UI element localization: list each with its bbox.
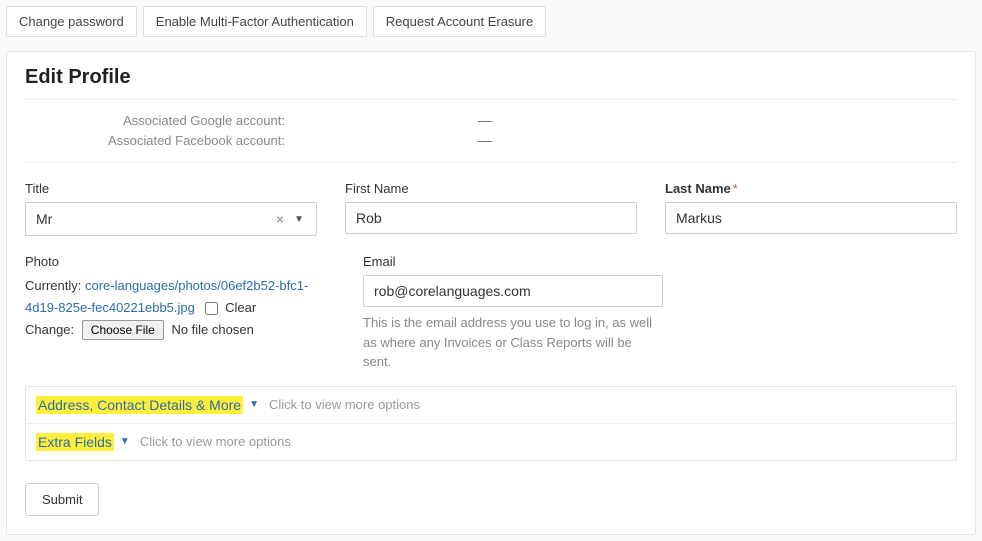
edit-profile-panel: Edit Profile Associated Google account: … — [6, 51, 976, 535]
photo-block: Currently: core-languages/photos/06ef2b5… — [25, 275, 335, 341]
last-name-label: Last Name* — [665, 181, 957, 196]
top-button-bar: Change password Enable Multi-Factor Auth… — [6, 6, 976, 37]
associated-google-label: Associated Google account: — [25, 113, 295, 128]
change-password-button[interactable]: Change password — [6, 6, 137, 37]
extra-fields-expander-hint: Click to view more options — [140, 434, 291, 449]
email-field-group: Email This is the email address you use … — [363, 254, 663, 372]
name-row: Title Mr × ▼ First Name Last Name* — [25, 181, 957, 236]
address-expander-title: Address, Contact Details & More — [36, 396, 243, 414]
email-label: Email — [363, 254, 663, 269]
title-label: Title — [25, 181, 317, 196]
address-expander[interactable]: Address, Contact Details & More ▼ Click … — [26, 387, 956, 423]
associated-google-row: Associated Google account: — — [25, 110, 957, 130]
photo-email-row: Photo Currently: core-languages/photos/0… — [25, 254, 957, 372]
chevron-down-icon[interactable]: ▼ — [290, 214, 308, 225]
expanders-container: Address, Contact Details & More ▼ Click … — [25, 386, 957, 461]
title-select-value: Mr — [36, 211, 270, 227]
photo-clear-checkbox[interactable] — [205, 302, 218, 315]
associated-accounts-section: Associated Google account: — Associated … — [25, 99, 957, 163]
first-name-input[interactable] — [345, 202, 637, 234]
title-select[interactable]: Mr × ▼ — [25, 202, 317, 236]
last-name-input[interactable] — [665, 202, 957, 234]
address-expander-hint: Click to view more options — [269, 397, 420, 412]
required-indicator: * — [733, 181, 738, 196]
last-name-field-group: Last Name* — [665, 181, 957, 236]
associated-facebook-label: Associated Facebook account: — [25, 133, 295, 148]
photo-change-label: Change: — [25, 322, 74, 337]
first-name-field-group: First Name — [345, 181, 637, 236]
extra-fields-expander[interactable]: Extra Fields ▼ Click to view more option… — [26, 423, 956, 460]
associated-facebook-row: Associated Facebook account: — — [25, 130, 957, 150]
caret-down-icon: ▼ — [249, 399, 259, 410]
no-file-chosen-text: No file chosen — [171, 322, 253, 337]
photo-field-group: Photo Currently: core-languages/photos/0… — [25, 254, 335, 372]
title-field-group: Title Mr × ▼ — [25, 181, 317, 236]
enable-mfa-button[interactable]: Enable Multi-Factor Authentication — [143, 6, 367, 37]
first-name-label: First Name — [345, 181, 637, 196]
email-help-text: This is the email address you use to log… — [363, 313, 663, 372]
request-erasure-button[interactable]: Request Account Erasure — [373, 6, 546, 37]
associated-google-value: — — [295, 112, 675, 128]
title-clear-icon[interactable]: × — [270, 211, 290, 227]
photo-currently-label: Currently: — [25, 278, 81, 293]
email-input[interactable] — [363, 275, 663, 307]
photo-clear-label: Clear — [225, 300, 256, 315]
panel-heading: Edit Profile — [25, 66, 957, 89]
submit-button[interactable]: Submit — [25, 483, 99, 516]
caret-down-icon: ▼ — [120, 436, 130, 447]
choose-file-button[interactable]: Choose File — [82, 320, 164, 340]
extra-fields-expander-title: Extra Fields — [36, 433, 114, 451]
photo-label: Photo — [25, 254, 335, 269]
associated-facebook-value: — — [295, 132, 675, 148]
